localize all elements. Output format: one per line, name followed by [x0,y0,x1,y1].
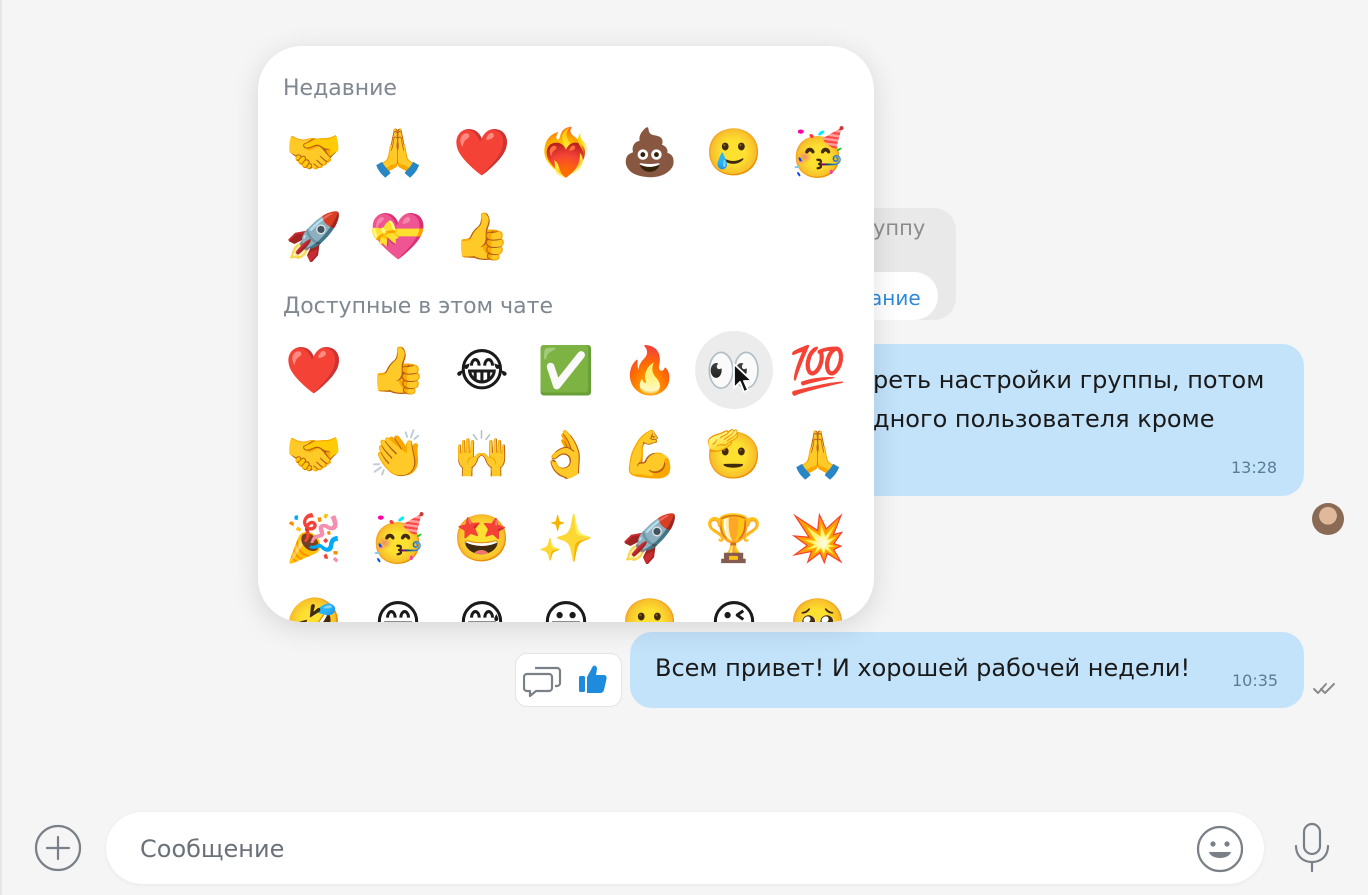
emoji-glyph: ✨ [537,511,595,565]
system-message-text: уппу [873,216,926,240]
emoji-option[interactable]: 😀 [524,580,608,622]
emoji-option[interactable]: 🥳 [356,496,440,580]
emoji-glyph: 🤝 [285,427,343,481]
emoji-glyph: 🔥 [621,343,679,397]
emoji-glyph: 🤝 [285,125,343,179]
emoji-glyph: 🎉 [285,511,343,565]
emoji-glyph: 🤩 [453,511,511,565]
emoji-option[interactable]: 😅 [440,580,524,622]
emoji-glyph: 🏆 [705,511,763,565]
emoji-option[interactable]: ✨ [524,496,608,580]
emoji-glyph: 😀 [542,595,590,622]
emoji-option[interactable]: 🏆 [692,496,776,580]
emoji-option[interactable]: 😂 [440,328,524,412]
emoji-option[interactable]: 👏 [356,412,440,496]
message-time: 13:28 [1231,458,1278,477]
emoji-glyph: 😅 [458,595,506,622]
emoji-glyph: 🥳 [369,511,427,565]
emoji-option[interactable]: ❤️‍🔥 [524,110,608,194]
emoji-option[interactable]: 🔥 [608,328,692,412]
emoji-option[interactable]: 🤣 [272,580,356,622]
message-text-line: дного пользователя кроме [873,405,1215,433]
recent-emoji-grid: 🤝 🙏 ❤️ ❤️‍🔥 💩 🥲 🥳 🚀 💝 👍 [272,110,860,278]
emoji-glyph: 😉 [710,595,758,622]
emoji-glyph: 🥳 [789,125,847,179]
emoji-glyph: 🙏 [789,427,847,481]
emoji-glyph: 👍 [453,209,511,263]
emoji-option[interactable]: 👌 [524,412,608,496]
emoji-glyph: 🚀 [621,511,679,565]
emoji-option[interactable]: ❤️ [440,110,524,194]
emoji-option[interactable]: 🚀 [272,194,356,278]
emoji-glyph: 🙂 [621,595,679,622]
emoji-glyph: ✅ [537,343,595,397]
emoji-glyph: ❤️ [453,125,511,179]
reply-thread-icon[interactable] [523,664,563,698]
emoji-glyph: 💥 [789,511,847,565]
emoji-option[interactable]: ✅ [524,328,608,412]
emoji-option[interactable]: ❤️ [272,328,356,412]
emoji-option[interactable]: 💪 [608,412,692,496]
emoji-glyph: ❤️‍🔥 [537,125,595,179]
emoji-option[interactable]: 💝 [356,194,440,278]
emoji-option[interactable]: 🙌 [440,412,524,496]
emoji-option[interactable]: 🚀 [608,496,692,580]
emoji-option[interactable]: 😉 [692,580,776,622]
emoji-option[interactable]: 🙏 [776,412,860,496]
emoji-option[interactable]: 🤩 [440,496,524,580]
message-text: Всем привет! И хорошей рабочей недели! [655,654,1191,682]
emoji-glyph: 😁 [374,595,422,622]
message-composer [106,812,1264,886]
available-emoji-grid: ❤️👍😂✅🔥👀💯🤝👏🙌👌💪🫡🙏🎉🥳🤩✨🚀🏆💥🤣😁😅😀🙂😉🥹 [272,328,860,622]
emoji-glyph: 🙏 [369,125,427,179]
emoji-option[interactable]: 🥹 [776,580,860,622]
avatar[interactable] [1312,503,1344,535]
emoji-option[interactable]: 👍 [356,328,440,412]
add-attachment-icon[interactable] [34,824,82,872]
emoji-glyph: 💪 [621,427,679,481]
microphone-icon[interactable] [1292,822,1332,874]
emoji-glyph: 😂 [455,343,509,397]
emoji-option[interactable]: 🥳 [776,110,860,194]
message-time: 10:35 [1232,671,1279,690]
emoji-glyph: 🥲 [705,125,763,179]
emoji-option[interactable]: 🙏 [356,110,440,194]
emoji-option[interactable]: 🤝 [272,412,356,496]
emoji-option[interactable]: 💥 [776,496,860,580]
emoji-option[interactable]: 💯 [776,328,860,412]
emoji-glyph: 👌 [537,427,595,481]
like-icon[interactable] [576,662,610,696]
recent-section-title: Недавние [283,76,397,101]
read-checkmarks-icon [1313,683,1335,694]
emoji-glyph: 👍 [369,343,427,397]
emoji-glyph: 🚀 [285,209,343,263]
emoji-reaction-picker: Недавние 🤝 🙏 ❤️ ❤️‍🔥 💩 🥲 🥳 🚀 💝 👍 Доступные в этом… [258,46,874,622]
emoji-glyph: 💩 [621,125,679,179]
available-section-title: Доступные в этом чате [283,294,553,319]
emoji-glyph: 🙌 [453,427,511,481]
emoji-glyph: ❤️ [285,343,343,397]
window-edge [0,0,2,895]
emoji-option[interactable]: 💩 [608,110,692,194]
emoji-glyph: 💝 [369,209,427,263]
emoji-glyph: 🫡 [705,427,763,481]
emoji-option[interactable]: 😁 [356,580,440,622]
emoji-option[interactable]: 🙂 [608,580,692,622]
emoji-option[interactable]: 🫡 [692,412,776,496]
emoji-option[interactable]: 🤝 [272,110,356,194]
emoji-option[interactable]: 🎉 [272,496,356,580]
emoji-glyph: 💯 [789,343,847,397]
emoji-smile-icon[interactable] [1196,825,1244,873]
emoji-glyph: 🥹 [789,595,847,622]
emoji-option[interactable]: 👍 [440,194,524,278]
mouse-cursor-icon [733,363,753,393]
message-input[interactable] [138,812,1142,886]
emoji-glyph: 🤣 [285,595,343,622]
message-text-line: реть настройки группы, потом [873,366,1265,394]
emoji-glyph: 👏 [369,427,427,481]
system-message-action-label[interactable]: ание [870,286,921,310]
emoji-option[interactable]: 🥲 [692,110,776,194]
